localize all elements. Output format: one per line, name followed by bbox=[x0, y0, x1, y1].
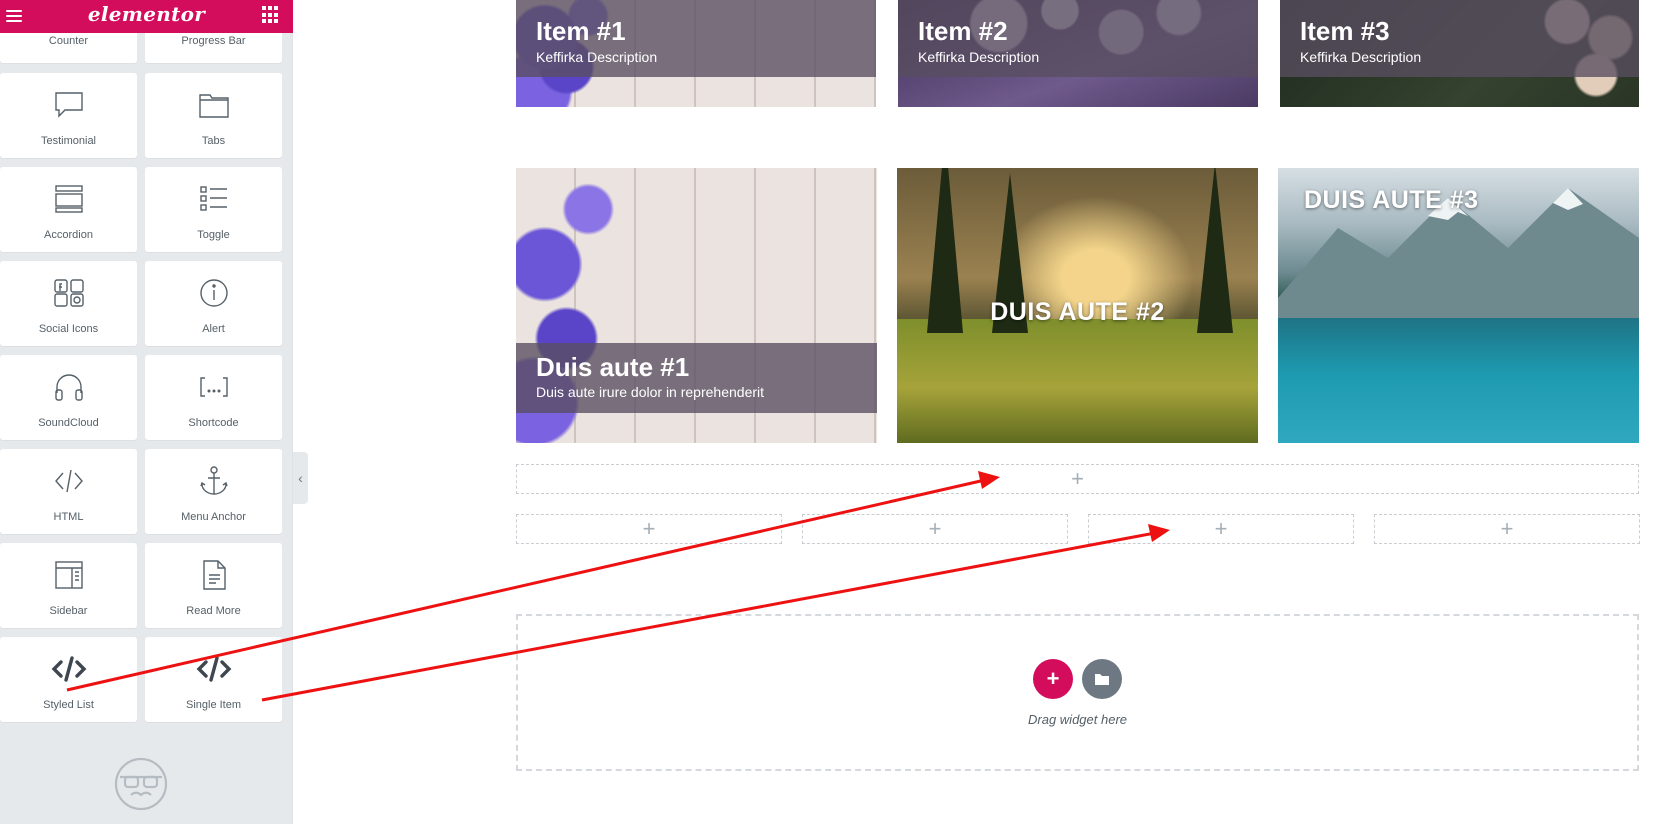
code-icon bbox=[0, 463, 137, 499]
plus-icon: + bbox=[928, 516, 942, 541]
info-icon bbox=[145, 275, 282, 311]
card-description: Keffirka Description bbox=[918, 49, 1040, 65]
widget-grid: Counter Progress Bar Testimonial Tabs Ac… bbox=[0, 0, 293, 824]
widget-label: Progress Bar bbox=[181, 35, 246, 47]
card-description: Keffirka Description bbox=[1300, 49, 1422, 65]
card-title: Item #3 bbox=[1300, 16, 1390, 46]
widget-single-item[interactable]: Single Item bbox=[145, 637, 282, 722]
widget-label: Accordion bbox=[44, 229, 93, 241]
widget-sidebar[interactable]: Sidebar bbox=[0, 543, 137, 628]
shortcode-brackets-icon bbox=[145, 369, 282, 405]
widget-menu-anchor[interactable]: Menu Anchor bbox=[145, 449, 282, 534]
card-title: DUIS AUTE #2 bbox=[990, 298, 1165, 326]
empty-column-full[interactable]: + bbox=[516, 464, 1639, 494]
widgets-grid-icon[interactable] bbox=[262, 6, 280, 24]
empty-column-2[interactable]: + bbox=[802, 514, 1068, 544]
nerd-face-logo-icon bbox=[114, 757, 168, 811]
duis-card-2[interactable]: DUIS AUTE #2 bbox=[897, 168, 1258, 443]
duis-card-1[interactable]: Duis aute #1 Duis aute irure dolor in re… bbox=[516, 168, 877, 443]
widget-label: Social Icons bbox=[38, 323, 99, 335]
elementor-panel: Counter Progress Bar Testimonial Tabs Ac… bbox=[0, 0, 293, 824]
widget-label: SoundCloud bbox=[38, 417, 99, 429]
accordion-icon bbox=[0, 181, 137, 217]
anchor-icon bbox=[145, 463, 282, 499]
duis-card-3[interactable]: DUIS AUTE #3 bbox=[1278, 168, 1639, 443]
widget-label: Toggle bbox=[197, 229, 230, 241]
collapse-panel-button[interactable]: ‹ bbox=[293, 452, 308, 504]
item-card-1[interactable]: Item #1 Keffirka Description bbox=[516, 0, 876, 107]
drag-widget-hint: Drag widget here bbox=[1028, 712, 1127, 727]
widget-label: Tabs bbox=[201, 135, 226, 147]
plus-icon: + bbox=[1500, 516, 1514, 541]
chevron-left-icon: ‹ bbox=[298, 470, 303, 486]
toggle-list-icon bbox=[145, 181, 282, 217]
widget-alert[interactable]: Alert bbox=[145, 261, 282, 346]
widget-soundcloud[interactable]: SoundCloud bbox=[0, 355, 137, 440]
speech-bubble-icon bbox=[0, 87, 137, 123]
empty-column-3[interactable]: + bbox=[1088, 514, 1354, 544]
widget-label: Counter bbox=[48, 35, 89, 47]
panel-header: elementor bbox=[0, 0, 293, 33]
widget-html[interactable]: HTML bbox=[0, 449, 137, 534]
widget-social-icons[interactable]: Social Icons bbox=[0, 261, 137, 346]
folder-icon bbox=[1095, 674, 1109, 685]
widget-label: Styled List bbox=[43, 699, 94, 711]
social-icons-icon bbox=[0, 275, 137, 311]
card-description: Keffirka Description bbox=[536, 49, 658, 65]
bold-code-icon bbox=[145, 651, 282, 687]
sidebar-layout-icon bbox=[0, 557, 137, 593]
widget-tabs[interactable]: Tabs bbox=[145, 73, 282, 158]
add-section-button[interactable]: + bbox=[1033, 659, 1073, 699]
tabs-icon bbox=[145, 87, 282, 123]
add-template-button[interactable] bbox=[1082, 659, 1122, 699]
bold-code-icon bbox=[0, 651, 137, 687]
widget-accordion[interactable]: Accordion bbox=[0, 167, 137, 252]
widget-label: Read More bbox=[186, 605, 241, 617]
widget-label: Single Item bbox=[185, 699, 242, 711]
widget-testimonial[interactable]: Testimonial bbox=[0, 73, 137, 158]
card-description: Duis aute irure dolor in reprehenderit bbox=[536, 384, 765, 400]
plus-icon: + bbox=[1214, 516, 1228, 541]
widget-label: HTML bbox=[53, 511, 84, 523]
item-card-3[interactable]: Item #3 Keffirka Description bbox=[1280, 0, 1639, 107]
plus-icon: + bbox=[642, 516, 656, 541]
widget-label: Testimonial bbox=[40, 135, 97, 147]
widget-label: Shortcode bbox=[188, 417, 239, 429]
empty-column-4[interactable]: + bbox=[1374, 514, 1640, 544]
card-title: Item #1 bbox=[536, 16, 626, 46]
widget-label: Alert bbox=[202, 323, 225, 335]
add-section-area[interactable]: + Drag widget here bbox=[516, 614, 1639, 771]
card-title: Item #2 bbox=[918, 16, 1008, 46]
widget-styled-list[interactable]: Styled List bbox=[0, 637, 137, 722]
widget-read-more[interactable]: Read More bbox=[145, 543, 282, 628]
item-card-2[interactable]: Item #2 Keffirka Description bbox=[898, 0, 1258, 107]
widget-toggle[interactable]: Toggle bbox=[145, 167, 282, 252]
widget-label: Sidebar bbox=[49, 605, 88, 617]
plus-icon: + bbox=[1071, 466, 1084, 491]
empty-column-1[interactable]: + bbox=[516, 514, 782, 544]
elementor-logo: elementor bbox=[87, 2, 206, 26]
headphones-icon bbox=[0, 369, 137, 405]
widget-shortcode[interactable]: Shortcode bbox=[145, 355, 282, 440]
widget-label: Menu Anchor bbox=[181, 511, 246, 523]
card-title: DUIS AUTE #3 bbox=[1304, 186, 1479, 214]
document-icon bbox=[145, 557, 282, 593]
card-title: Duis aute #1 bbox=[536, 352, 690, 382]
